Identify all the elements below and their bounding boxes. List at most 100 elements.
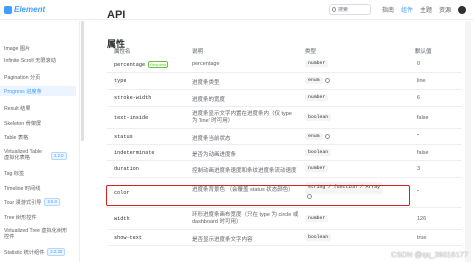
type-pill: number (305, 215, 329, 222)
header-desc: 说明 (192, 49, 204, 55)
table-row: indeterminate 是否为动画进度条 boolean false (107, 145, 462, 161)
element-logo[interactable]: Element (4, 5, 45, 14)
search-box[interactable] (328, 4, 371, 15)
header-default: 默认值 (415, 49, 432, 55)
sidebar-scrollbar[interactable] (81, 21, 84, 141)
attr-type: boolean (305, 149, 332, 156)
csdn-watermark: CSDN @qq_39016177 (391, 250, 468, 259)
attr-desc: 是否为动画进度条 (192, 152, 237, 158)
sidebar-item-label: Timeline 时间线 (4, 185, 41, 192)
sidebar-item-image[interactable]: Image 图片 (4, 43, 76, 53)
attr-default: false (417, 115, 429, 121)
table-row: status 进度条当前状态 enum '' (107, 129, 462, 145)
nav-theme[interactable]: 主题 (420, 5, 432, 14)
sidebar-item-label: Table 表格 (4, 134, 29, 141)
sidebar-item-tree[interactable]: Tree 树形控件 (4, 212, 76, 222)
type-pill: number (305, 165, 329, 172)
type-pill: number (305, 60, 329, 67)
info-icon[interactable] (324, 134, 330, 139)
version-badge: 2.2.30 (47, 248, 66, 256)
sidebar-item-label: Result 结果 (4, 105, 31, 112)
attr-name: text-inside (114, 115, 149, 121)
attr-type: enum (305, 133, 330, 140)
type-pill: enum (305, 77, 323, 84)
sidebar-item-infinite-scroll[interactable]: Infinite Scroll 无限滚动 (4, 55, 76, 65)
sidebar-item-label: Virtualized Table 虚拟化表格 (4, 149, 42, 161)
sidebar-item-label: Progress 进度条 (4, 88, 42, 95)
attr-type: boolean (305, 234, 332, 241)
attr-default: true (417, 235, 427, 241)
attr-desc: 是否显示进度条文字内容 (192, 237, 253, 243)
top-header: Element 指南 组件 主题 资源 (0, 0, 474, 20)
attr-name: width (114, 216, 130, 222)
type-pill: enum (305, 133, 323, 140)
attr-desc: 进度条类型 (192, 80, 220, 86)
sidebar-item-statistic[interactable]: Statistic 统计组件 2.2.30 (4, 247, 76, 257)
sidebar-item-label: Virtualized Tree 虚拟化树形控件 (4, 228, 68, 240)
nav-components[interactable]: 组件 (401, 5, 413, 14)
table-row: stroke-width 进度条的宽度 number 6 (107, 90, 462, 107)
attr-type: boolean (305, 114, 332, 121)
attr-default: 0 (417, 61, 421, 67)
sidebar-item-label: Image 图片 (4, 45, 31, 52)
attr-default: false (417, 150, 429, 156)
attr-name: duration (114, 166, 139, 172)
required-badge: Required (148, 61, 169, 68)
sidebar-item-progress[interactable]: Progress 进度条 (0, 86, 76, 96)
table-row: percentage Required percentage number 0 (107, 56, 462, 73)
attr-type: number (305, 215, 329, 222)
header-name: 属性名 (114, 49, 131, 55)
search-icon (331, 7, 336, 12)
sidebar-item-result[interactable]: Result 结果 (4, 103, 76, 113)
attr-default: '' (417, 190, 420, 196)
attr-name: indeterminate (114, 150, 155, 156)
attr-type: number (305, 60, 329, 67)
attr-name: type (114, 78, 127, 84)
attr-desc: percentage (192, 61, 220, 67)
attr-name: stroke-width (114, 95, 152, 101)
attr-type: number (305, 94, 329, 101)
table-row: text-inside 进度条显示文字内置在进度条内（仅 type 为 'lin… (107, 107, 462, 129)
sidebar-item-pagination[interactable]: Pagination 分页 (4, 72, 76, 82)
sidebar-item-tag[interactable]: Tag 标签 (4, 168, 76, 178)
attr-default: '' (417, 134, 420, 140)
attr-desc: 进度条显示文字内置在进度条内（仅 type 为 'line' 时可用） (192, 111, 292, 124)
page-scrollbar[interactable] (465, 21, 471, 262)
api-heading: API (107, 9, 126, 21)
sidebar: Image 图片 Infinite Scroll 无限滚动 Pagination… (0, 21, 80, 262)
github-icon[interactable] (458, 5, 466, 14)
sidebar-item-label: Tag 标签 (4, 170, 25, 177)
attr-name-text: percentage (114, 61, 146, 68)
nav-guide[interactable]: 指南 (382, 5, 394, 14)
attr-name: show-text (114, 235, 143, 241)
element-logo-icon (4, 5, 12, 14)
table-row: type 进度条类型 enum line (107, 73, 462, 90)
sidebar-item-label: Statistic 统计组件 (4, 249, 45, 256)
attr-desc: 进度条的宽度 (192, 97, 226, 103)
type-pill: boolean (305, 149, 332, 156)
type-pill: number (305, 94, 329, 101)
sidebar-item-skeleton[interactable]: Skeleton 骨架屏 (4, 118, 76, 128)
attr-desc: 环形进度条画布宽度（只在 type 为 circle 或 dashboard 时… (192, 212, 299, 225)
attr-name: status (114, 134, 133, 140)
attr-default: 3 (417, 166, 421, 172)
table-row: duration 控制动画进度条速度和条纹进度条流动速度 number 3 (107, 161, 462, 178)
attr-desc: 进度条当前状态 (192, 136, 231, 142)
color-row-highlight (106, 185, 410, 206)
search-input[interactable] (337, 6, 368, 13)
sidebar-item-table[interactable]: Table 表格 (4, 132, 76, 142)
sidebar-item-virtualized-table[interactable]: Virtualized Table 虚拟化表格 (4, 147, 44, 163)
info-icon[interactable] (324, 78, 330, 83)
sidebar-item-virtualized-tree[interactable]: Virtualized Tree 虚拟化树形控件 (4, 226, 72, 242)
attr-default: 126 (417, 216, 427, 222)
type-pill: boolean (305, 234, 332, 241)
attr-type: number (305, 165, 329, 172)
header-type: 类型 (305, 49, 317, 55)
sidebar-item-timeline[interactable]: Timeline 时间线 (4, 183, 76, 193)
attr-default: 6 (417, 95, 421, 101)
type-pill: boolean (305, 114, 332, 121)
nav-resources[interactable]: 资源 (439, 5, 451, 14)
sidebar-item-label: Tree 树形控件 (4, 214, 37, 221)
logo-text: Element (14, 5, 46, 14)
sidebar-item-tour[interactable]: Tour 漫游式引导 2.5.0 (4, 197, 76, 207)
